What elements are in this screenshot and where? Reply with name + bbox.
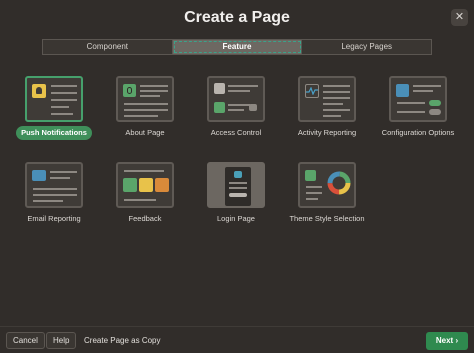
next-button[interactable]: Next › (426, 332, 468, 350)
tile-push-notifications[interactable]: Push Notifications (11, 76, 97, 140)
tile-label: Push Notifications (16, 126, 92, 140)
palette-wheel-icon (298, 162, 356, 208)
bell-icon (25, 76, 83, 122)
tile-label: Email Reporting (27, 214, 81, 223)
tile-label: Activity Reporting (297, 128, 357, 137)
activity-icon (298, 76, 356, 122)
chevron-right-icon: › (455, 336, 459, 345)
tab-legacy-pages[interactable]: Legacy Pages (302, 40, 431, 54)
users-lock-icon (207, 76, 265, 122)
envelope-icon (25, 162, 83, 208)
tile-email-reporting[interactable]: Email Reporting (11, 162, 97, 224)
smiley-faces-icon (116, 162, 174, 208)
tile-label: Login Page (217, 214, 255, 223)
close-icon[interactable]: ✕ (451, 9, 468, 26)
cancel-button[interactable]: Cancel (6, 332, 45, 349)
tile-configuration-options[interactable]: Configuration Options (375, 76, 461, 138)
login-form-icon (207, 162, 265, 208)
create-page-dialog: Create a Page ✕ Component Feature Legacy… (0, 0, 474, 353)
tab-feature[interactable]: Feature (172, 40, 303, 54)
tile-label: About Page (125, 128, 165, 137)
tile-theme-style-selection[interactable]: Theme Style Selection (284, 162, 370, 224)
tab-component[interactable]: Component (43, 40, 173, 54)
tile-label: Access Control (210, 128, 262, 137)
toggles-icon (389, 76, 447, 122)
info-icon (116, 76, 174, 122)
tile-about-page[interactable]: About Page (102, 76, 188, 138)
next-label: Next (435, 336, 454, 345)
dialog-title: Create a Page (184, 9, 290, 26)
tile-label: Theme Style Selection (289, 214, 365, 223)
tile-access-control[interactable]: Access Control (193, 76, 279, 138)
page-type-tabs: Component Feature Legacy Pages (42, 39, 432, 55)
help-button[interactable]: Help (46, 332, 77, 349)
tile-feedback[interactable]: Feedback (102, 162, 188, 224)
tile-label: Feedback (128, 214, 162, 223)
create-page-as-copy-link[interactable]: Create Page as Copy (84, 332, 161, 349)
tile-activity-reporting[interactable]: Activity Reporting (284, 76, 370, 138)
dialog-footer: Cancel Help Create Page as Copy Next › (0, 326, 474, 353)
tile-label: Configuration Options (381, 128, 455, 137)
tile-login-page[interactable]: Login Page (193, 162, 279, 224)
